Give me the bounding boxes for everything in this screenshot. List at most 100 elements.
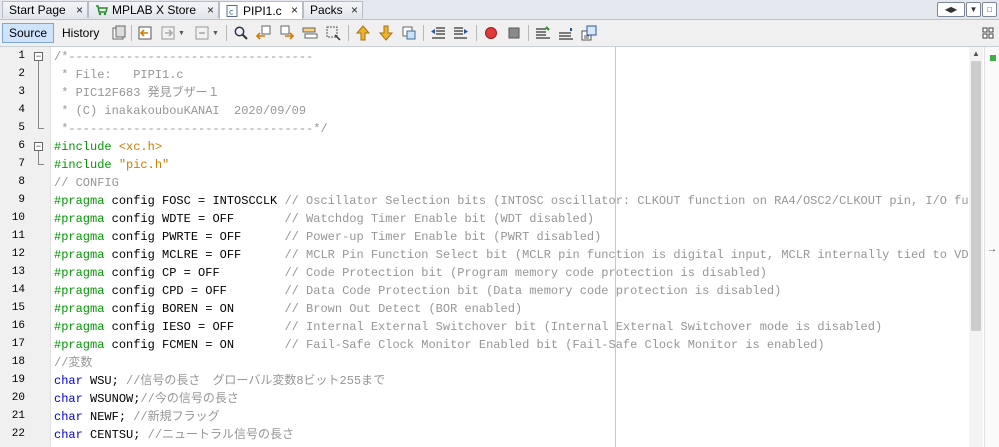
code-token: //新規フラッグ xyxy=(133,410,220,424)
close-icon[interactable]: × xyxy=(351,3,358,17)
toggle-highlight-search-icon[interactable] xyxy=(302,25,318,41)
code-line[interactable]: #pragma config BOREN = ON // Brown Out D… xyxy=(54,300,522,318)
stop-macro-recording-icon[interactable] xyxy=(506,25,522,41)
find-icon[interactable] xyxy=(233,25,249,41)
code-line[interactable]: #include "pic.h" xyxy=(54,156,169,174)
code-line[interactable]: char NEWF; //新規フラッグ xyxy=(54,408,220,426)
tab-label: PIPI1.c xyxy=(243,3,282,18)
scrollbar-thumb[interactable] xyxy=(971,61,981,331)
code-line[interactable]: #pragma config WDTE = OFF // Watchdog Ti… xyxy=(54,210,594,228)
chevron-down-icon[interactable]: ▼ xyxy=(212,30,219,37)
line-number: 4 xyxy=(18,104,25,116)
code-line[interactable]: * File: PIPI1.c xyxy=(54,66,183,84)
code-token: * PIC12F683 発見ブザー１ xyxy=(54,86,220,100)
start-macro-recording-icon[interactable] xyxy=(483,25,499,41)
code-token: #pragma xyxy=(54,284,105,298)
find-next-icon[interactable] xyxy=(279,25,295,41)
code-token: WSU; xyxy=(82,374,127,388)
code-line[interactable]: //変数 xyxy=(54,354,92,372)
line-number: 14 xyxy=(11,284,25,296)
shift-line-left-icon[interactable] xyxy=(430,25,446,41)
line-number: 21 xyxy=(11,410,25,422)
toggle-bookmark-icon[interactable] xyxy=(401,25,417,41)
uncomment-icon[interactable] xyxy=(558,25,574,41)
code-line[interactable]: char WSUNOW;//今の信号の長さ xyxy=(54,390,239,408)
error-stripe: → xyxy=(984,47,999,447)
line-number: 18 xyxy=(11,356,25,368)
cart-icon xyxy=(96,5,108,16)
history-view-button[interactable]: History xyxy=(55,23,106,43)
forward-icon[interactable] xyxy=(160,25,176,41)
show-opened-documents-button[interactable]: ▼ xyxy=(966,2,981,17)
maximize-icon: □ xyxy=(987,5,992,14)
close-icon[interactable]: × xyxy=(207,3,214,17)
code-line[interactable]: #pragma config PWRTE = OFF // Power-up T… xyxy=(54,228,601,246)
back-icon[interactable] xyxy=(137,25,153,41)
code-token: config WDTE = OFF xyxy=(104,212,285,226)
code-line[interactable]: *----------------------------------*/ xyxy=(54,120,327,138)
code-line[interactable]: char CENTSU; //ニュートラル信号の長さ xyxy=(54,426,294,444)
code-token: WSUNOW; xyxy=(82,392,141,406)
line-number: 16 xyxy=(11,320,25,332)
code-line[interactable]: #pragma config FOSC = INTOSCCLK // Oscil… xyxy=(54,192,997,210)
maximize-window-button[interactable]: □ xyxy=(982,2,997,17)
code-token: //ニュートラル信号の長さ xyxy=(147,428,295,442)
toggle-rectangular-selection-icon[interactable] xyxy=(325,25,341,41)
code-line[interactable]: #pragma config CP = OFF // Code Protecti… xyxy=(54,264,767,282)
code-line[interactable]: char WSU; //信号の長さ グローバル変数8ビット255まで xyxy=(54,372,385,390)
close-icon[interactable]: × xyxy=(291,3,298,17)
code-token: #pragma xyxy=(54,248,105,262)
code-line[interactable]: * PIC12F683 発見ブザー１ xyxy=(54,84,220,102)
line-number: 22 xyxy=(11,428,25,440)
code-token: config CP = OFF xyxy=(104,266,285,280)
code-line[interactable]: #include <xc.h> xyxy=(54,138,162,156)
scroll-tabs-button[interactable]: ◀ ▶ xyxy=(937,2,965,17)
tab-pipi1-c[interactable]: c PIPI1.c × xyxy=(219,1,303,19)
fold-collapse-icon[interactable]: − xyxy=(34,142,43,151)
code-line[interactable]: #pragma config FCMEN = ON // Fail-Safe C… xyxy=(54,336,825,354)
split-editor-icon[interactable] xyxy=(980,25,996,41)
code-token: #pragma xyxy=(54,266,105,280)
code-line[interactable]: * (C) inakakoubouKANAI 2020/09/09 xyxy=(54,102,306,120)
scroll-up-icon[interactable]: ▲ xyxy=(972,49,980,58)
format-icon[interactable] xyxy=(581,25,597,41)
code-line[interactable]: #pragma config MCLRE = OFF // MCLR Pin F… xyxy=(54,246,983,264)
line-number: 1 xyxy=(18,50,25,62)
line-number: 9 xyxy=(18,194,25,206)
close-icon[interactable]: × xyxy=(76,3,83,17)
code-token: #pragma xyxy=(54,230,105,244)
code-editor[interactable]: 1 2 3 4 5 6 7 8 9 10 11 12 13 14 15 16 17 18 19 20 21 22 − − … xyxy=(0,47,999,447)
code-token: #pragma xyxy=(54,212,105,226)
line-number: 2 xyxy=(18,68,25,80)
code-line[interactable]: #pragma config IESO = OFF // Internal Ex… xyxy=(54,318,882,336)
last-edit-icon[interactable] xyxy=(111,25,127,41)
tab-start-page[interactable]: Start Page × xyxy=(2,1,88,18)
code-token: // Internal External Switchover bit (Int… xyxy=(284,320,883,334)
vertical-scrollbar[interactable]: ▲ xyxy=(969,47,983,447)
chevron-right-icon: ▶ xyxy=(951,5,958,14)
tab-label: MPLAB X Store xyxy=(112,3,197,17)
source-view-button[interactable]: Source xyxy=(2,23,55,43)
code-line[interactable]: // CONFIG xyxy=(54,174,119,192)
code-token: char xyxy=(54,410,83,424)
go-to-source-icon[interactable] xyxy=(194,25,210,41)
svg-text:c: c xyxy=(229,7,233,16)
code-line[interactable]: /*---------------------------------- xyxy=(54,48,313,66)
comment-icon[interactable] xyxy=(535,25,551,41)
shift-line-right-icon[interactable] xyxy=(453,25,469,41)
code-token: char xyxy=(54,374,83,388)
code-token: //信号の長さ グローバル変数8ビット255まで xyxy=(126,374,386,388)
next-bookmark-icon[interactable] xyxy=(378,25,394,41)
code-token: * (C) inakakoubouKANAI 2020/09/09 xyxy=(54,104,307,118)
code-line[interactable]: #pragma config CPD = OFF // Data Code Pr… xyxy=(54,282,781,300)
tab-mplab-x-store[interactable]: MPLAB X Store × xyxy=(88,1,219,18)
code-token: #pragma xyxy=(54,338,105,352)
code-token: // Oscillator Selection bits (INTOSC osc… xyxy=(284,194,998,208)
find-previous-icon[interactable] xyxy=(256,25,272,41)
line-number: 12 xyxy=(11,248,25,260)
chevron-down-icon[interactable]: ▼ xyxy=(178,30,185,37)
code-token: "pic.h" xyxy=(118,158,170,172)
fold-collapse-icon[interactable]: − xyxy=(34,52,43,61)
previous-bookmark-icon[interactable] xyxy=(355,25,371,41)
tab-packs[interactable]: Packs × xyxy=(303,1,363,18)
